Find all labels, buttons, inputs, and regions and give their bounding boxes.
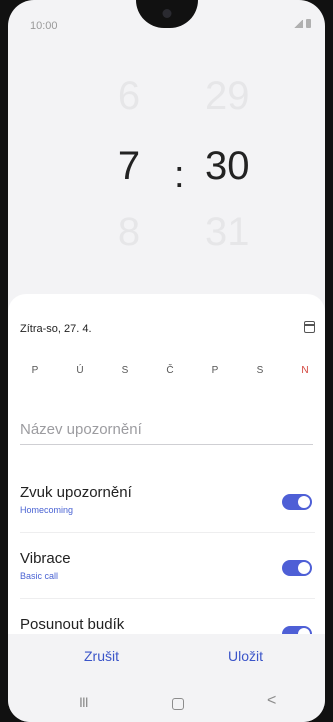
day-sunday[interactable]: N (298, 365, 312, 376)
day-tuesday[interactable]: Ú (73, 365, 87, 376)
back-icon[interactable]: < (267, 692, 276, 710)
recent-apps-icon[interactable]: III (79, 694, 89, 710)
hour-selected[interactable]: 7 (114, 144, 144, 189)
vibration-toggle[interactable] (282, 560, 312, 576)
battery-icon (306, 19, 311, 28)
signal-icon (293, 19, 303, 28)
snooze-toggle[interactable] (282, 626, 312, 634)
day-monday[interactable]: P (28, 365, 42, 376)
home-icon[interactable] (172, 698, 184, 710)
status-time: 10:00 (30, 20, 58, 32)
alarm-settings-sheet: Zítra-so, 27. 4. P Ú S Č P S N Zvuk upoz… (8, 294, 325, 634)
day-friday[interactable]: P (208, 365, 222, 376)
minute-selected[interactable]: 30 (205, 144, 250, 189)
option-title: Zvuk upozornění (20, 484, 132, 501)
option-title: Posunout budík (20, 616, 125, 633)
status-icons (293, 19, 311, 28)
alarm-sound-option[interactable]: Zvuk upozornění Homecoming (20, 484, 315, 533)
option-subtitle: Basic call (20, 571, 59, 581)
alarm-edit-screen: 10:00 6 7 8 : 29 30 31 Zítra-so, 27. 4. … (8, 0, 325, 722)
alarm-sound-toggle[interactable] (282, 494, 312, 510)
cancel-button[interactable]: Zrušit (84, 648, 119, 664)
hour-prev[interactable]: 6 (114, 74, 144, 119)
minute-prev[interactable]: 29 (205, 74, 250, 119)
option-subtitle: Homecoming (20, 505, 74, 515)
camera-notch (135, 0, 198, 28)
save-button[interactable]: Uložit (228, 648, 263, 664)
calendar-icon[interactable] (304, 321, 315, 333)
weekday-selector: P Ú S Č P S N (28, 365, 312, 376)
day-saturday[interactable]: S (253, 365, 267, 376)
alarm-name-input[interactable] (20, 414, 313, 438)
alarm-date: Zítra-so, 27. 4. (20, 323, 92, 335)
time-picker[interactable]: 6 7 8 : 29 30 31 (8, 60, 325, 260)
minute-next[interactable]: 31 (205, 210, 250, 255)
toggle-knob (298, 562, 310, 574)
day-wednesday[interactable]: S (118, 365, 132, 376)
snooze-option[interactable]: Posunout budík (20, 616, 315, 634)
vibration-option[interactable]: Vibrace Basic call (20, 550, 315, 599)
toggle-knob (298, 496, 310, 508)
date-row: Zítra-so, 27. 4. (20, 321, 315, 343)
action-bar: Zrušit Uložit (8, 634, 325, 684)
camera-icon (162, 9, 171, 18)
day-thursday[interactable]: Č (163, 365, 177, 376)
time-separator: : (174, 154, 185, 196)
alarm-name-field[interactable] (20, 414, 313, 445)
option-title: Vibrace (20, 550, 71, 567)
status-bar: 10:00 (8, 0, 325, 38)
hour-next[interactable]: 8 (114, 210, 144, 255)
navigation-bar: III < (8, 684, 325, 722)
